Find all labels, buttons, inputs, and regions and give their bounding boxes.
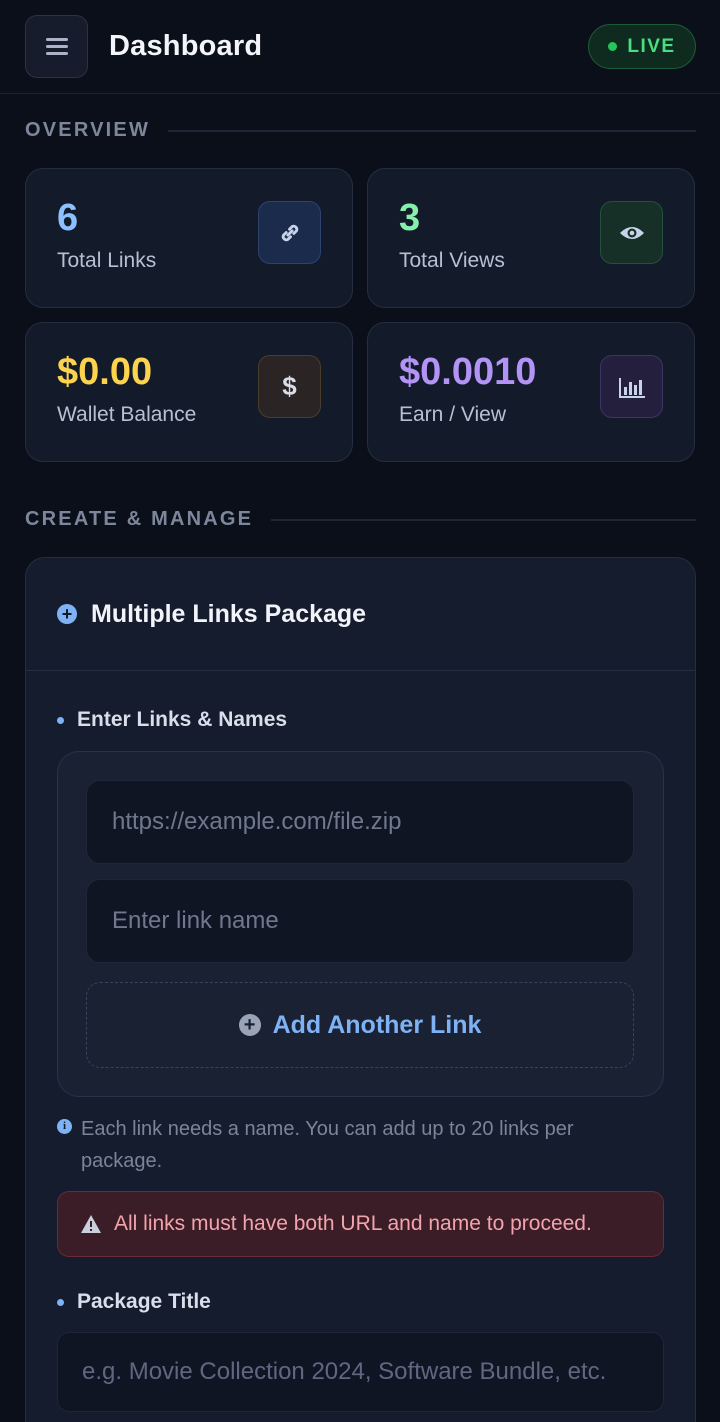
add-link-label: Add Another Link bbox=[272, 1010, 482, 1039]
eye-icon bbox=[600, 201, 663, 264]
stat-card-wallet-balance: $0.00 Wallet Balance $ bbox=[25, 322, 353, 462]
bullet-icon bbox=[57, 716, 64, 724]
hamburger-icon bbox=[45, 34, 68, 59]
hint-text: i Each link needs a name. You can add up… bbox=[57, 1113, 637, 1177]
package-title-label: Package Title bbox=[57, 1290, 211, 1314]
overview-heading: OVERVIEW bbox=[25, 119, 151, 141]
package-title-input[interactable]: e.g. Movie Collection 2024, Software Bun… bbox=[57, 1332, 664, 1412]
warning-icon bbox=[81, 1215, 101, 1233]
multiple-links-panel: + Multiple Links Package Enter Links & N… bbox=[25, 557, 696, 1422]
info-icon: i bbox=[57, 1119, 72, 1134]
stat-label: Wallet Balance bbox=[57, 403, 197, 426]
overview-section-header: OVERVIEW bbox=[25, 119, 696, 142]
links-entry-box: https://example.com/file.zip Enter link … bbox=[57, 751, 664, 1097]
menu-button[interactable] bbox=[25, 15, 88, 78]
link-name-input[interactable]: Enter link name bbox=[86, 879, 634, 963]
url-input[interactable]: https://example.com/file.zip bbox=[86, 780, 634, 864]
stat-label: Total Views bbox=[399, 249, 505, 272]
links-label-text: Enter Links & Names bbox=[77, 708, 288, 731]
hint-text-content: Each link needs a name. You can add up t… bbox=[81, 1118, 574, 1172]
panel-header: + Multiple Links Package bbox=[26, 558, 695, 671]
stat-card-total-views: 3 Total Views bbox=[367, 168, 695, 308]
stat-label: Total Links bbox=[57, 249, 157, 272]
alert-text: All links must have both URL and name to… bbox=[114, 1212, 592, 1235]
divider bbox=[271, 518, 696, 521]
stat-value: 6 bbox=[57, 197, 79, 239]
live-dot-icon bbox=[608, 42, 618, 51]
create-section-header: CREATE & MANAGE bbox=[25, 508, 696, 531]
app-header: Dashboard LIVE bbox=[0, 0, 720, 94]
divider bbox=[168, 129, 696, 132]
stat-value: $0.0010 bbox=[399, 351, 537, 393]
stat-card-earn-per-view: $0.0010 Earn / View bbox=[367, 322, 695, 462]
live-badge-label: LIVE bbox=[627, 35, 676, 57]
package-title-label-text: Package Title bbox=[77, 1290, 211, 1313]
stat-value: $0.00 bbox=[57, 351, 153, 393]
create-heading: CREATE & MANAGE bbox=[25, 508, 254, 530]
bullet-icon bbox=[57, 1298, 64, 1306]
stat-value: 3 bbox=[399, 197, 421, 239]
page-title: Dashboard bbox=[109, 30, 263, 62]
links-field-label: Enter Links & Names bbox=[57, 708, 287, 732]
live-badge: LIVE bbox=[588, 24, 696, 69]
stat-card-total-links: 6 Total Links bbox=[25, 168, 353, 308]
dollar-icon: $ bbox=[258, 355, 321, 418]
link-icon bbox=[258, 201, 321, 264]
plus-circle-icon: + bbox=[238, 1014, 261, 1036]
validation-alert: All links must have both URL and name to… bbox=[57, 1191, 664, 1257]
bar-chart-icon bbox=[600, 355, 663, 418]
plus-circle-icon: + bbox=[57, 604, 77, 624]
add-another-link-button[interactable]: + Add Another Link bbox=[86, 982, 634, 1068]
stat-label: Earn / View bbox=[399, 403, 506, 426]
panel-title: Multiple Links Package bbox=[91, 599, 367, 628]
